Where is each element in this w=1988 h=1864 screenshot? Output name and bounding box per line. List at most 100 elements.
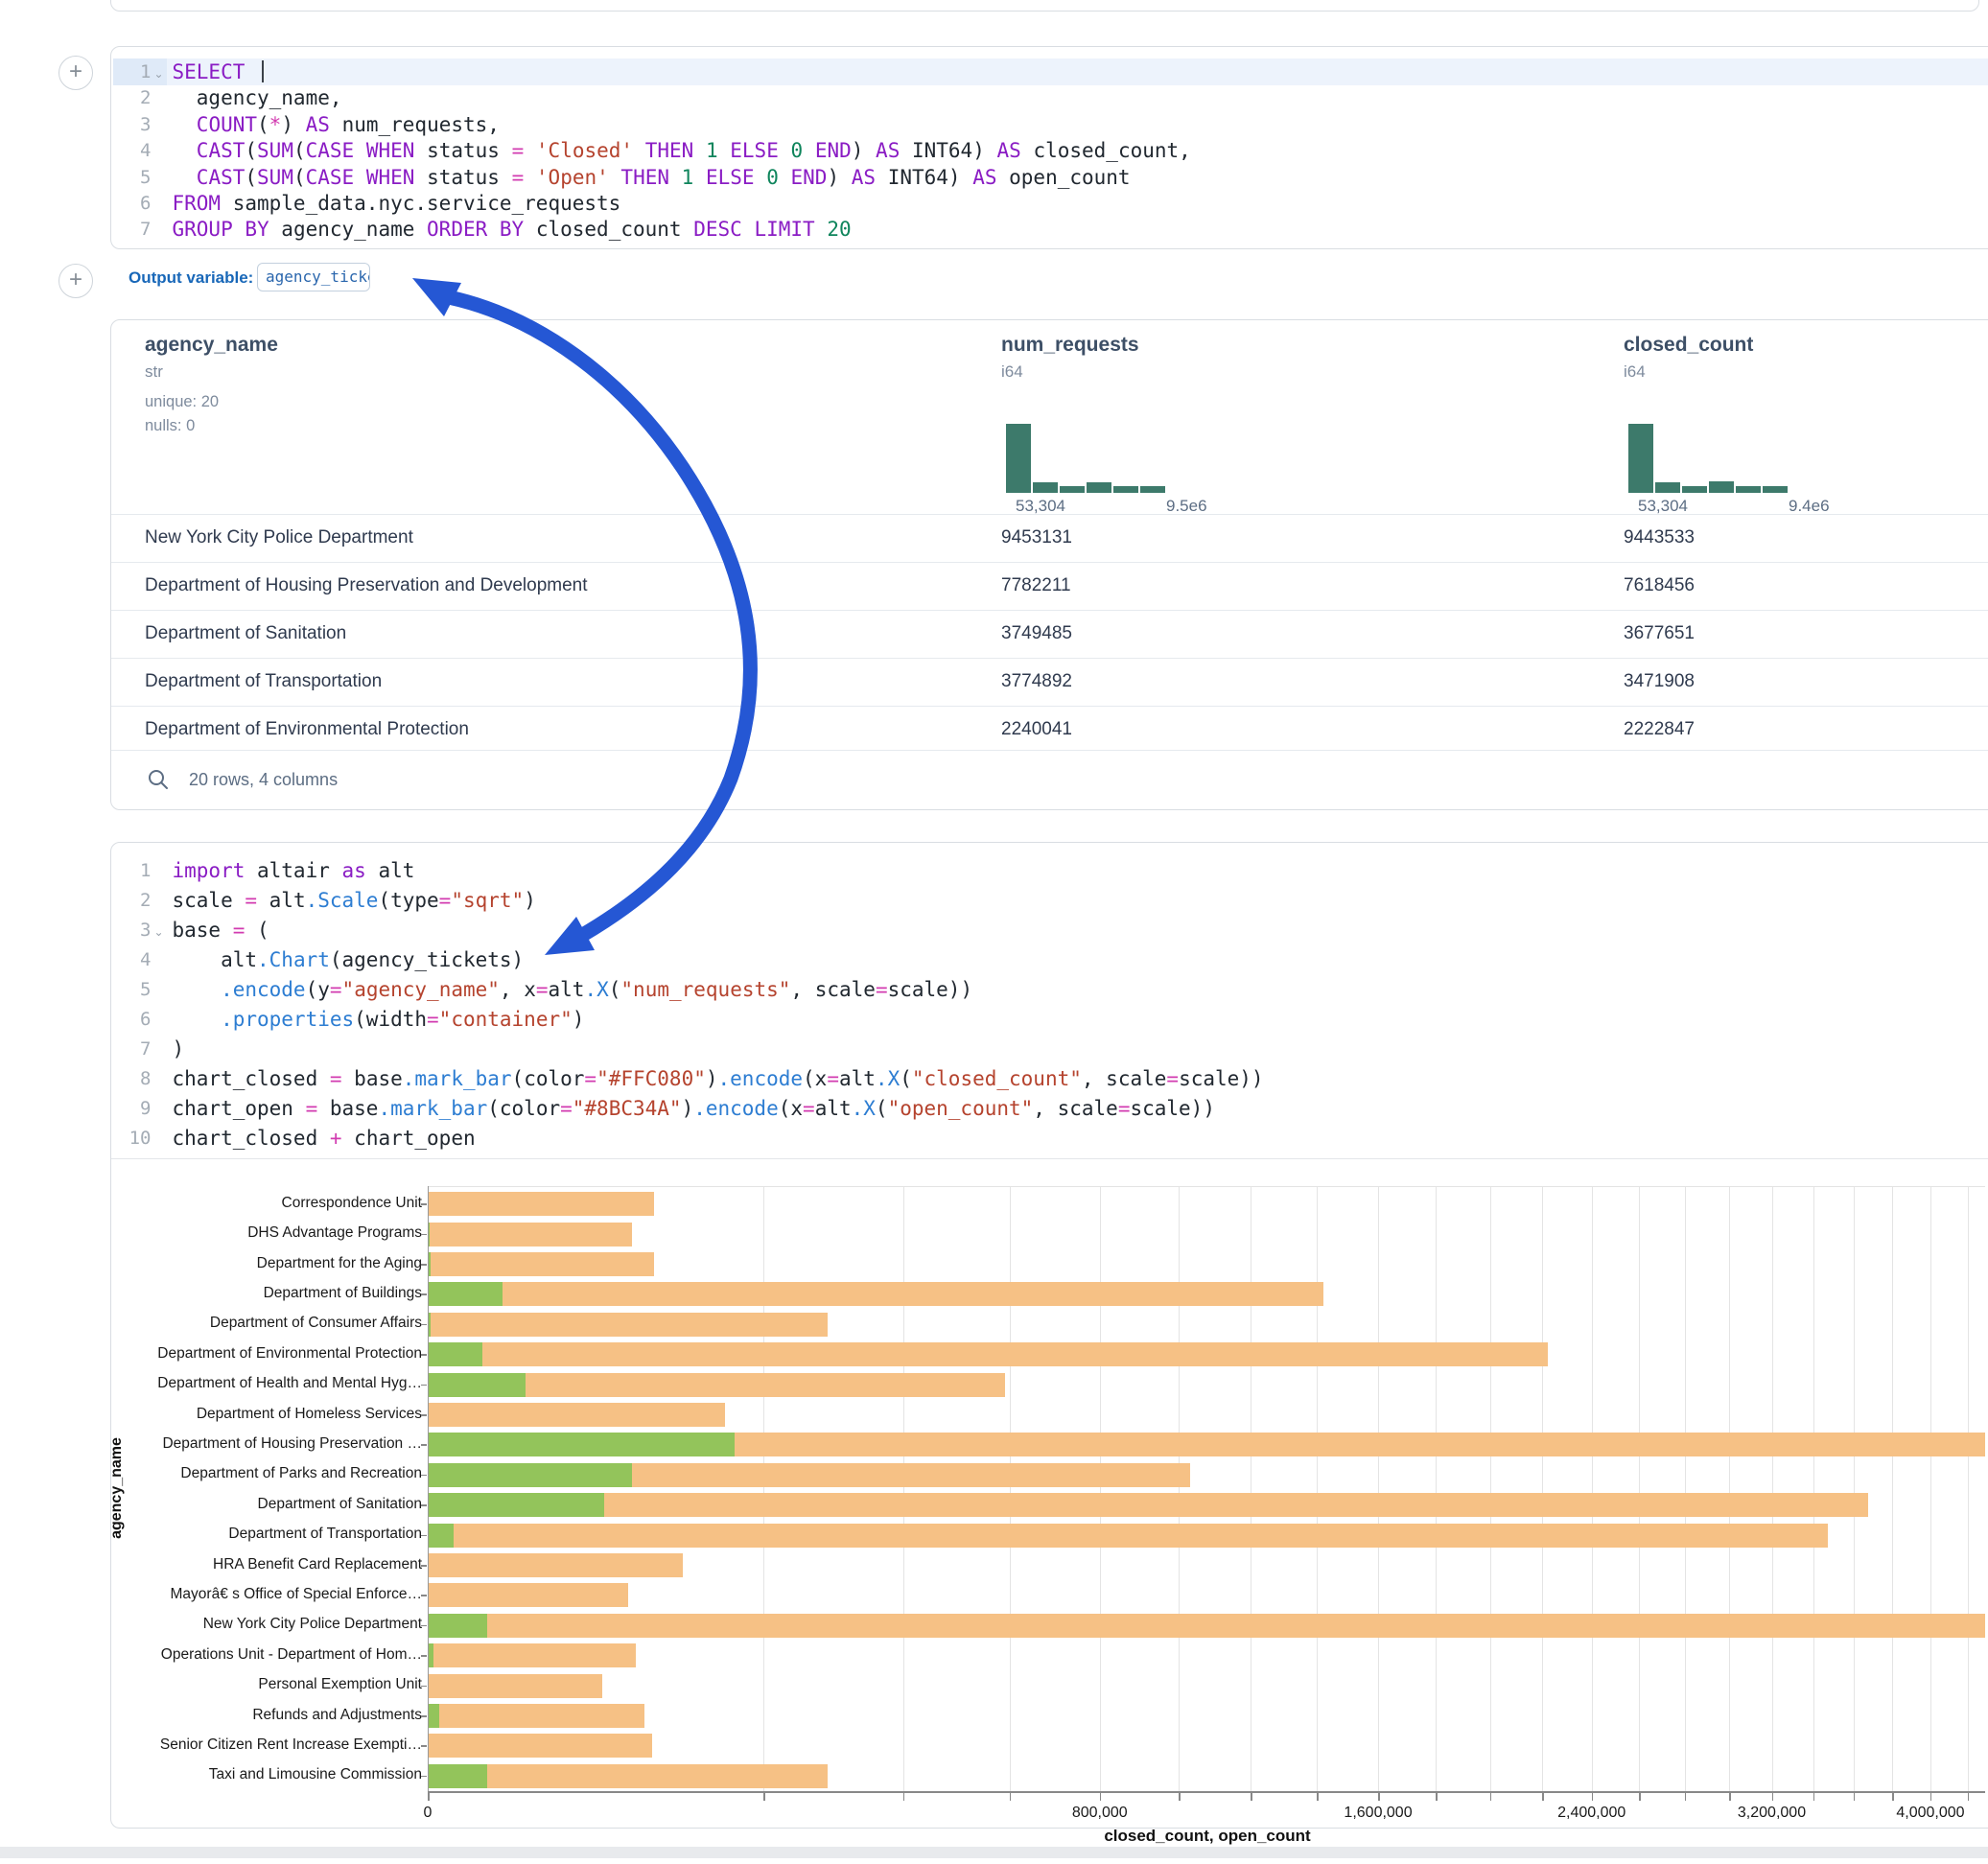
sql-cell[interactable]: 1⌄SELECT 2 agency_name,3 COUNT(*) AS num… bbox=[110, 46, 1988, 249]
cell-num-requests: 9453131 bbox=[1001, 527, 1072, 548]
code-line[interactable]: 6 .properties(width="container") bbox=[113, 1006, 1988, 1033]
code-line[interactable]: 1import altair as alt bbox=[113, 857, 1988, 884]
bar-open-count bbox=[429, 1342, 482, 1366]
x-axis-line bbox=[428, 1791, 1985, 1793]
line-number: 2 bbox=[113, 87, 152, 108]
bar-open-count bbox=[429, 1282, 503, 1306]
code-line[interactable]: 5 CAST(SUM(CASE WHEN status = 'Open' THE… bbox=[113, 164, 1988, 191]
line-number: 1 bbox=[113, 860, 152, 881]
cell-closed-count: 2222847 bbox=[1624, 719, 1695, 740]
add-cell-button-top[interactable]: + bbox=[58, 56, 93, 90]
code-line[interactable]: 3⌄base = ( bbox=[113, 917, 1988, 944]
y-axis-tick bbox=[421, 1354, 427, 1356]
code-text: CAST(SUM(CASE WHEN status = 'Closed' THE… bbox=[167, 139, 1191, 162]
cell-agency-name: Department of Transportation bbox=[145, 671, 382, 692]
line-number: 5 bbox=[113, 979, 152, 1000]
x-axis-tick bbox=[1251, 1793, 1252, 1801]
bar-open-count bbox=[429, 1463, 632, 1487]
y-axis-category-label: Department of Sanitation bbox=[105, 1496, 422, 1513]
y-axis-category-label: Mayorâ€ s Office of Special Enforce… bbox=[105, 1586, 422, 1603]
code-text: .properties(width="container") bbox=[167, 1008, 585, 1031]
y-axis-tick bbox=[421, 1715, 427, 1717]
y-axis-category-label: Correspondence Unit bbox=[105, 1195, 422, 1212]
code-line[interactable]: 4 CAST(SUM(CASE WHEN status = 'Closed' T… bbox=[113, 137, 1988, 164]
code-line[interactable]: 1⌄SELECT bbox=[113, 58, 1988, 85]
search-icon[interactable] bbox=[147, 768, 170, 791]
x-axis-tick bbox=[1592, 1793, 1594, 1801]
y-axis-category-label: Department of Consumer Affairs bbox=[105, 1315, 422, 1332]
y-axis-tick bbox=[421, 1293, 427, 1295]
bar-closed-count bbox=[429, 1252, 654, 1276]
y-axis-category-label: Department of Housing Preservation … bbox=[105, 1435, 422, 1453]
code-line[interactable]: 2scale = alt.Scale(type="sqrt") bbox=[113, 887, 1988, 914]
gridline bbox=[1892, 1186, 1893, 1791]
code-text: .encode(y="agency_name", x=alt.X("num_re… bbox=[167, 978, 973, 1001]
x-axis-tick bbox=[1179, 1793, 1181, 1801]
x-axis-tick bbox=[1813, 1793, 1815, 1801]
column-type: i64 bbox=[1624, 362, 1646, 382]
gridline bbox=[1639, 1186, 1640, 1791]
x-axis-tick bbox=[1490, 1793, 1492, 1801]
histogram-bar bbox=[1736, 486, 1761, 493]
y-axis-tick bbox=[421, 1504, 427, 1506]
table-row: Department of Environmental Protection22… bbox=[111, 706, 1988, 754]
histogram-max-label: 9.5e6 bbox=[1166, 497, 1207, 516]
bar-closed-count bbox=[429, 1313, 828, 1337]
bar-closed-count bbox=[429, 1342, 1548, 1366]
code-line[interactable]: 7) bbox=[113, 1036, 1988, 1062]
bar-closed-count bbox=[429, 1192, 654, 1216]
num-requests-histogram bbox=[1006, 422, 1179, 493]
code-line[interactable]: 2 agency_name, bbox=[113, 84, 1988, 111]
bar-closed-count bbox=[429, 1583, 628, 1607]
collapse-chevron-icon[interactable]: ⌄ bbox=[152, 67, 167, 81]
cell-closed-count: 7618456 bbox=[1624, 575, 1695, 596]
x-axis-tick bbox=[428, 1793, 430, 1801]
output-variable-input[interactable]: agency_tickets bbox=[257, 263, 370, 291]
code-line[interactable]: 3 COUNT(*) AS num_requests, bbox=[113, 111, 1988, 138]
code-line[interactable]: 7GROUP BY agency_name ORDER BY closed_co… bbox=[113, 216, 1988, 243]
y-axis-tick bbox=[421, 1745, 427, 1747]
bar-closed-count bbox=[429, 1764, 828, 1788]
x-axis-title: closed_count, open_count bbox=[1104, 1827, 1310, 1846]
cell-num-requests: 7782211 bbox=[1001, 575, 1071, 596]
bar-open-count bbox=[429, 1493, 604, 1517]
line-number: 9 bbox=[113, 1098, 152, 1119]
column-header-agency-name[interactable]: agency_name bbox=[145, 334, 278, 357]
histogram-bar bbox=[1087, 482, 1111, 493]
line-number: 3 bbox=[113, 920, 152, 941]
y-axis-category-label: Department of Transportation bbox=[105, 1526, 422, 1543]
table-row: Department of Housing Preservation and D… bbox=[111, 562, 1988, 610]
code-text: FROM sample_data.nyc.service_requests bbox=[167, 192, 621, 215]
line-number: 2 bbox=[113, 890, 152, 911]
column-header-closed-count[interactable]: closed_count bbox=[1624, 334, 1753, 357]
gridline bbox=[1685, 1186, 1686, 1791]
collapse-chevron-icon[interactable]: ⌄ bbox=[152, 925, 167, 939]
code-line[interactable]: 5 .encode(y="agency_name", x=alt.X("num_… bbox=[113, 976, 1988, 1003]
code-line[interactable]: 9chart_open = base.mark_bar(color="#8BC3… bbox=[113, 1095, 1988, 1122]
y-axis-tick bbox=[421, 1475, 427, 1477]
column-header-num-requests[interactable]: num_requests bbox=[1001, 334, 1139, 357]
bar-closed-count bbox=[429, 1674, 602, 1698]
histogram-bar bbox=[1763, 486, 1788, 493]
code-line[interactable]: 4 alt.Chart(agency_tickets) bbox=[113, 946, 1988, 973]
line-number: 10 bbox=[113, 1128, 152, 1149]
x-axis-tick bbox=[1639, 1793, 1641, 1801]
x-axis-tick bbox=[1930, 1793, 1932, 1801]
gridline bbox=[1436, 1186, 1437, 1791]
column-meta-nulls: nulls: 0 bbox=[145, 417, 195, 435]
x-axis-tick-label: 0 bbox=[424, 1805, 433, 1822]
y-axis-tick bbox=[421, 1385, 427, 1386]
y-axis-category-label: HRA Benefit Card Replacement bbox=[105, 1556, 422, 1573]
y-axis-title: agency_name bbox=[108, 1437, 126, 1539]
histogram-bar bbox=[1113, 486, 1138, 493]
y-axis-category-label: Personal Exemption Unit bbox=[105, 1676, 422, 1693]
gridline bbox=[1317, 1186, 1318, 1791]
code-line[interactable]: 6FROM sample_data.nyc.service_requests bbox=[113, 190, 1988, 217]
bar-open-count bbox=[429, 1252, 431, 1276]
gridline bbox=[763, 1186, 764, 1791]
column-type: str bbox=[145, 362, 163, 382]
add-cell-button-middle[interactable]: + bbox=[58, 264, 93, 298]
code-line[interactable]: 10chart_closed + chart_open bbox=[113, 1125, 1988, 1152]
code-line[interactable]: 8chart_closed = base.mark_bar(color="#FF… bbox=[113, 1065, 1988, 1092]
gridline bbox=[1100, 1186, 1101, 1791]
